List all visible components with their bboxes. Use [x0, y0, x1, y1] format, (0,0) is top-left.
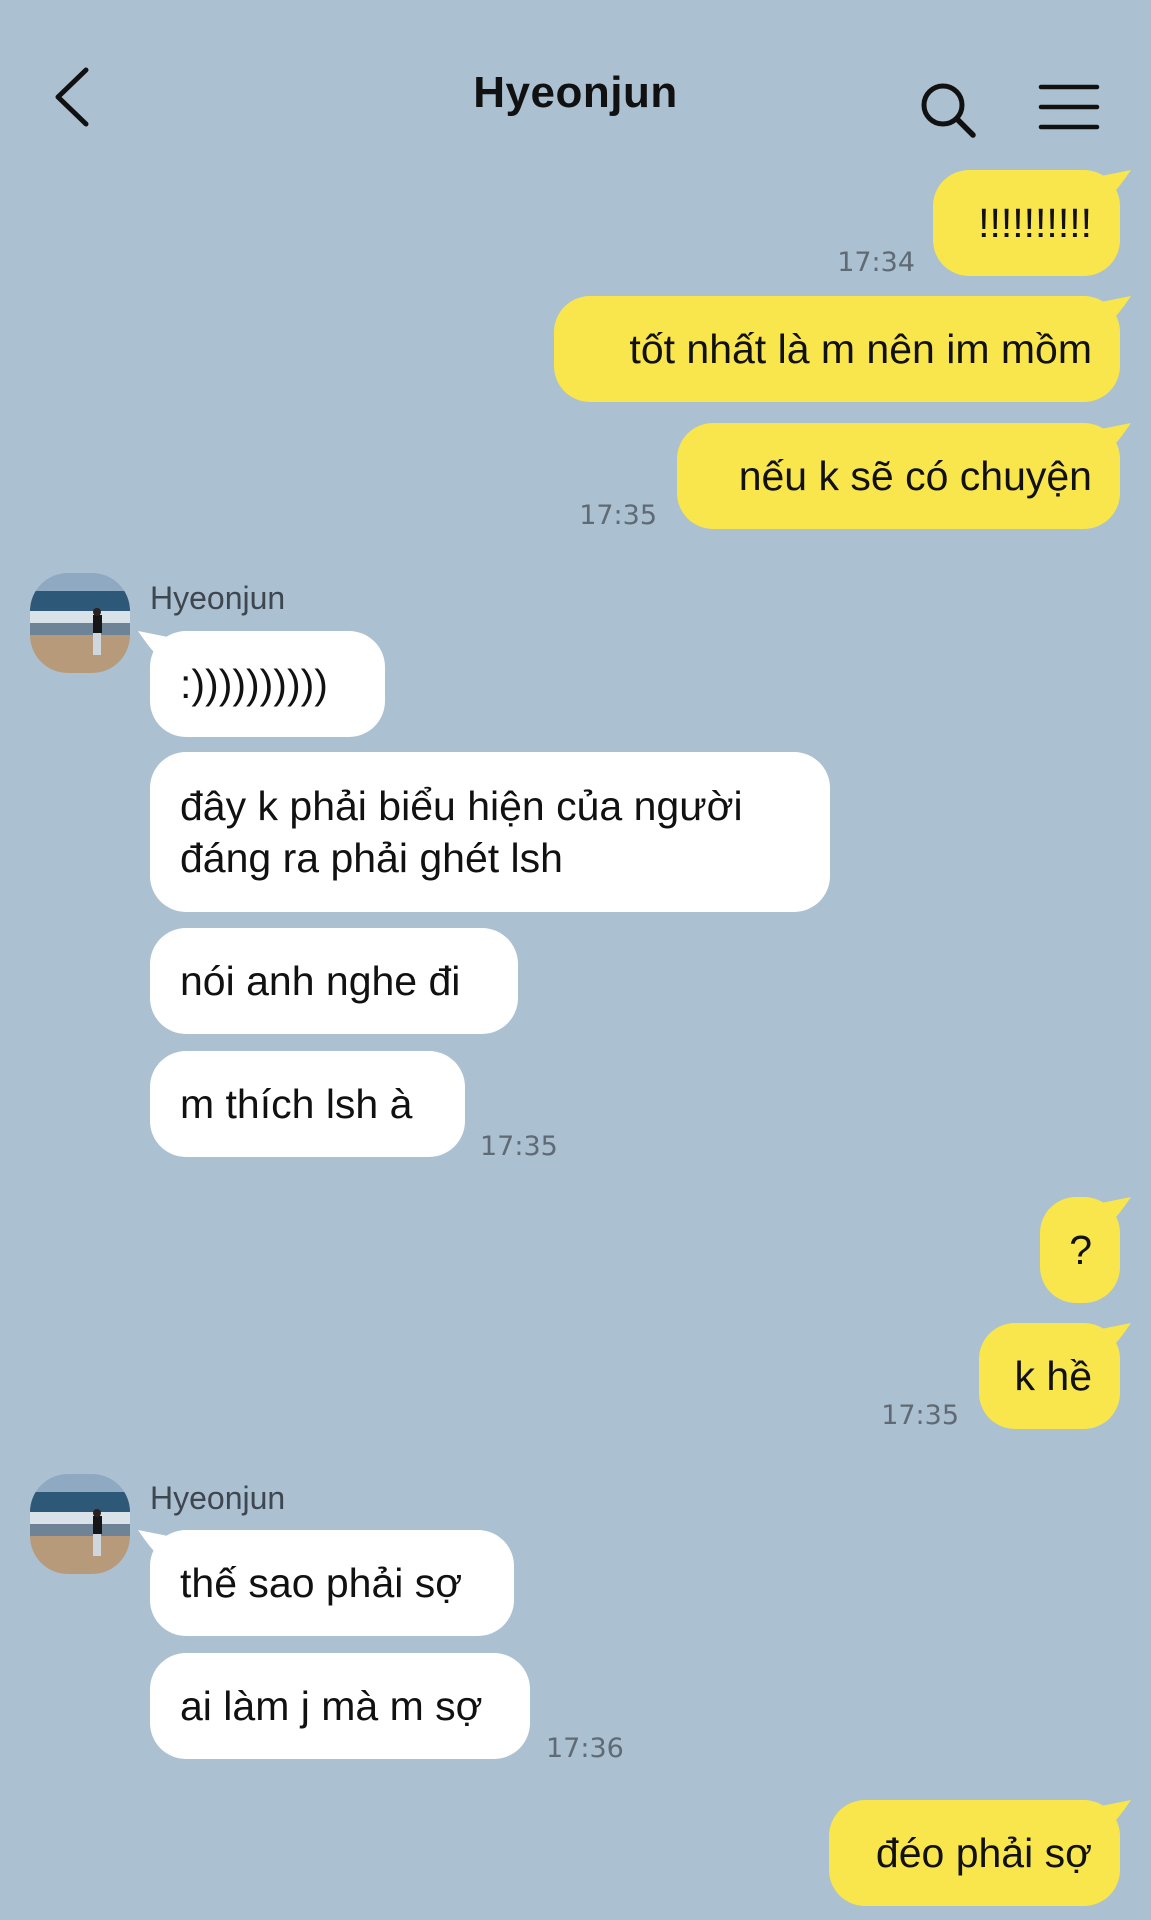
outgoing-message[interactable]: ?: [1040, 1197, 1120, 1303]
incoming-message[interactable]: :)))))))))): [150, 631, 385, 737]
outgoing-message[interactable]: đéo phải sợ: [829, 1800, 1120, 1906]
menu-button[interactable]: [1038, 82, 1100, 132]
message-timestamp: 17:34: [837, 247, 915, 278]
incoming-message[interactable]: đây k phải biểu hiện của người đáng ra p…: [150, 752, 830, 912]
chat-title: Hyeonjun: [473, 68, 678, 117]
sender-name: Hyeonjun: [150, 1480, 286, 1516]
hamburger-menu-icon: [1038, 84, 1100, 130]
avatar[interactable]: [30, 573, 130, 673]
message-timestamp: 17:35: [579, 500, 657, 531]
message-timestamp: 17:35: [480, 1131, 558, 1162]
search-button[interactable]: [918, 80, 978, 140]
incoming-message[interactable]: thế sao phải sợ: [150, 1530, 514, 1636]
search-icon: [921, 83, 976, 138]
incoming-message[interactable]: m thích lsh à: [150, 1051, 465, 1157]
chat-header: Hyeonjun: [0, 0, 1151, 170]
message-timestamp: 17:36: [546, 1733, 624, 1764]
outgoing-message[interactable]: k hề: [979, 1323, 1120, 1429]
message-timestamp: 17:35: [881, 1400, 959, 1431]
outgoing-message[interactable]: !!!!!!!!!!: [933, 170, 1120, 276]
incoming-message[interactable]: ai làm j mà m sợ: [150, 1653, 530, 1759]
outgoing-message[interactable]: tốt nhất là m nên im mồm: [554, 296, 1120, 402]
avatar[interactable]: [30, 1474, 130, 1574]
beach-photo-avatar: [30, 573, 130, 673]
outgoing-message[interactable]: nếu k sẽ có chuyện: [677, 423, 1120, 529]
sender-name: Hyeonjun: [150, 580, 286, 616]
incoming-message[interactable]: nói anh nghe đi: [150, 928, 518, 1034]
beach-photo-avatar: [30, 1474, 130, 1574]
